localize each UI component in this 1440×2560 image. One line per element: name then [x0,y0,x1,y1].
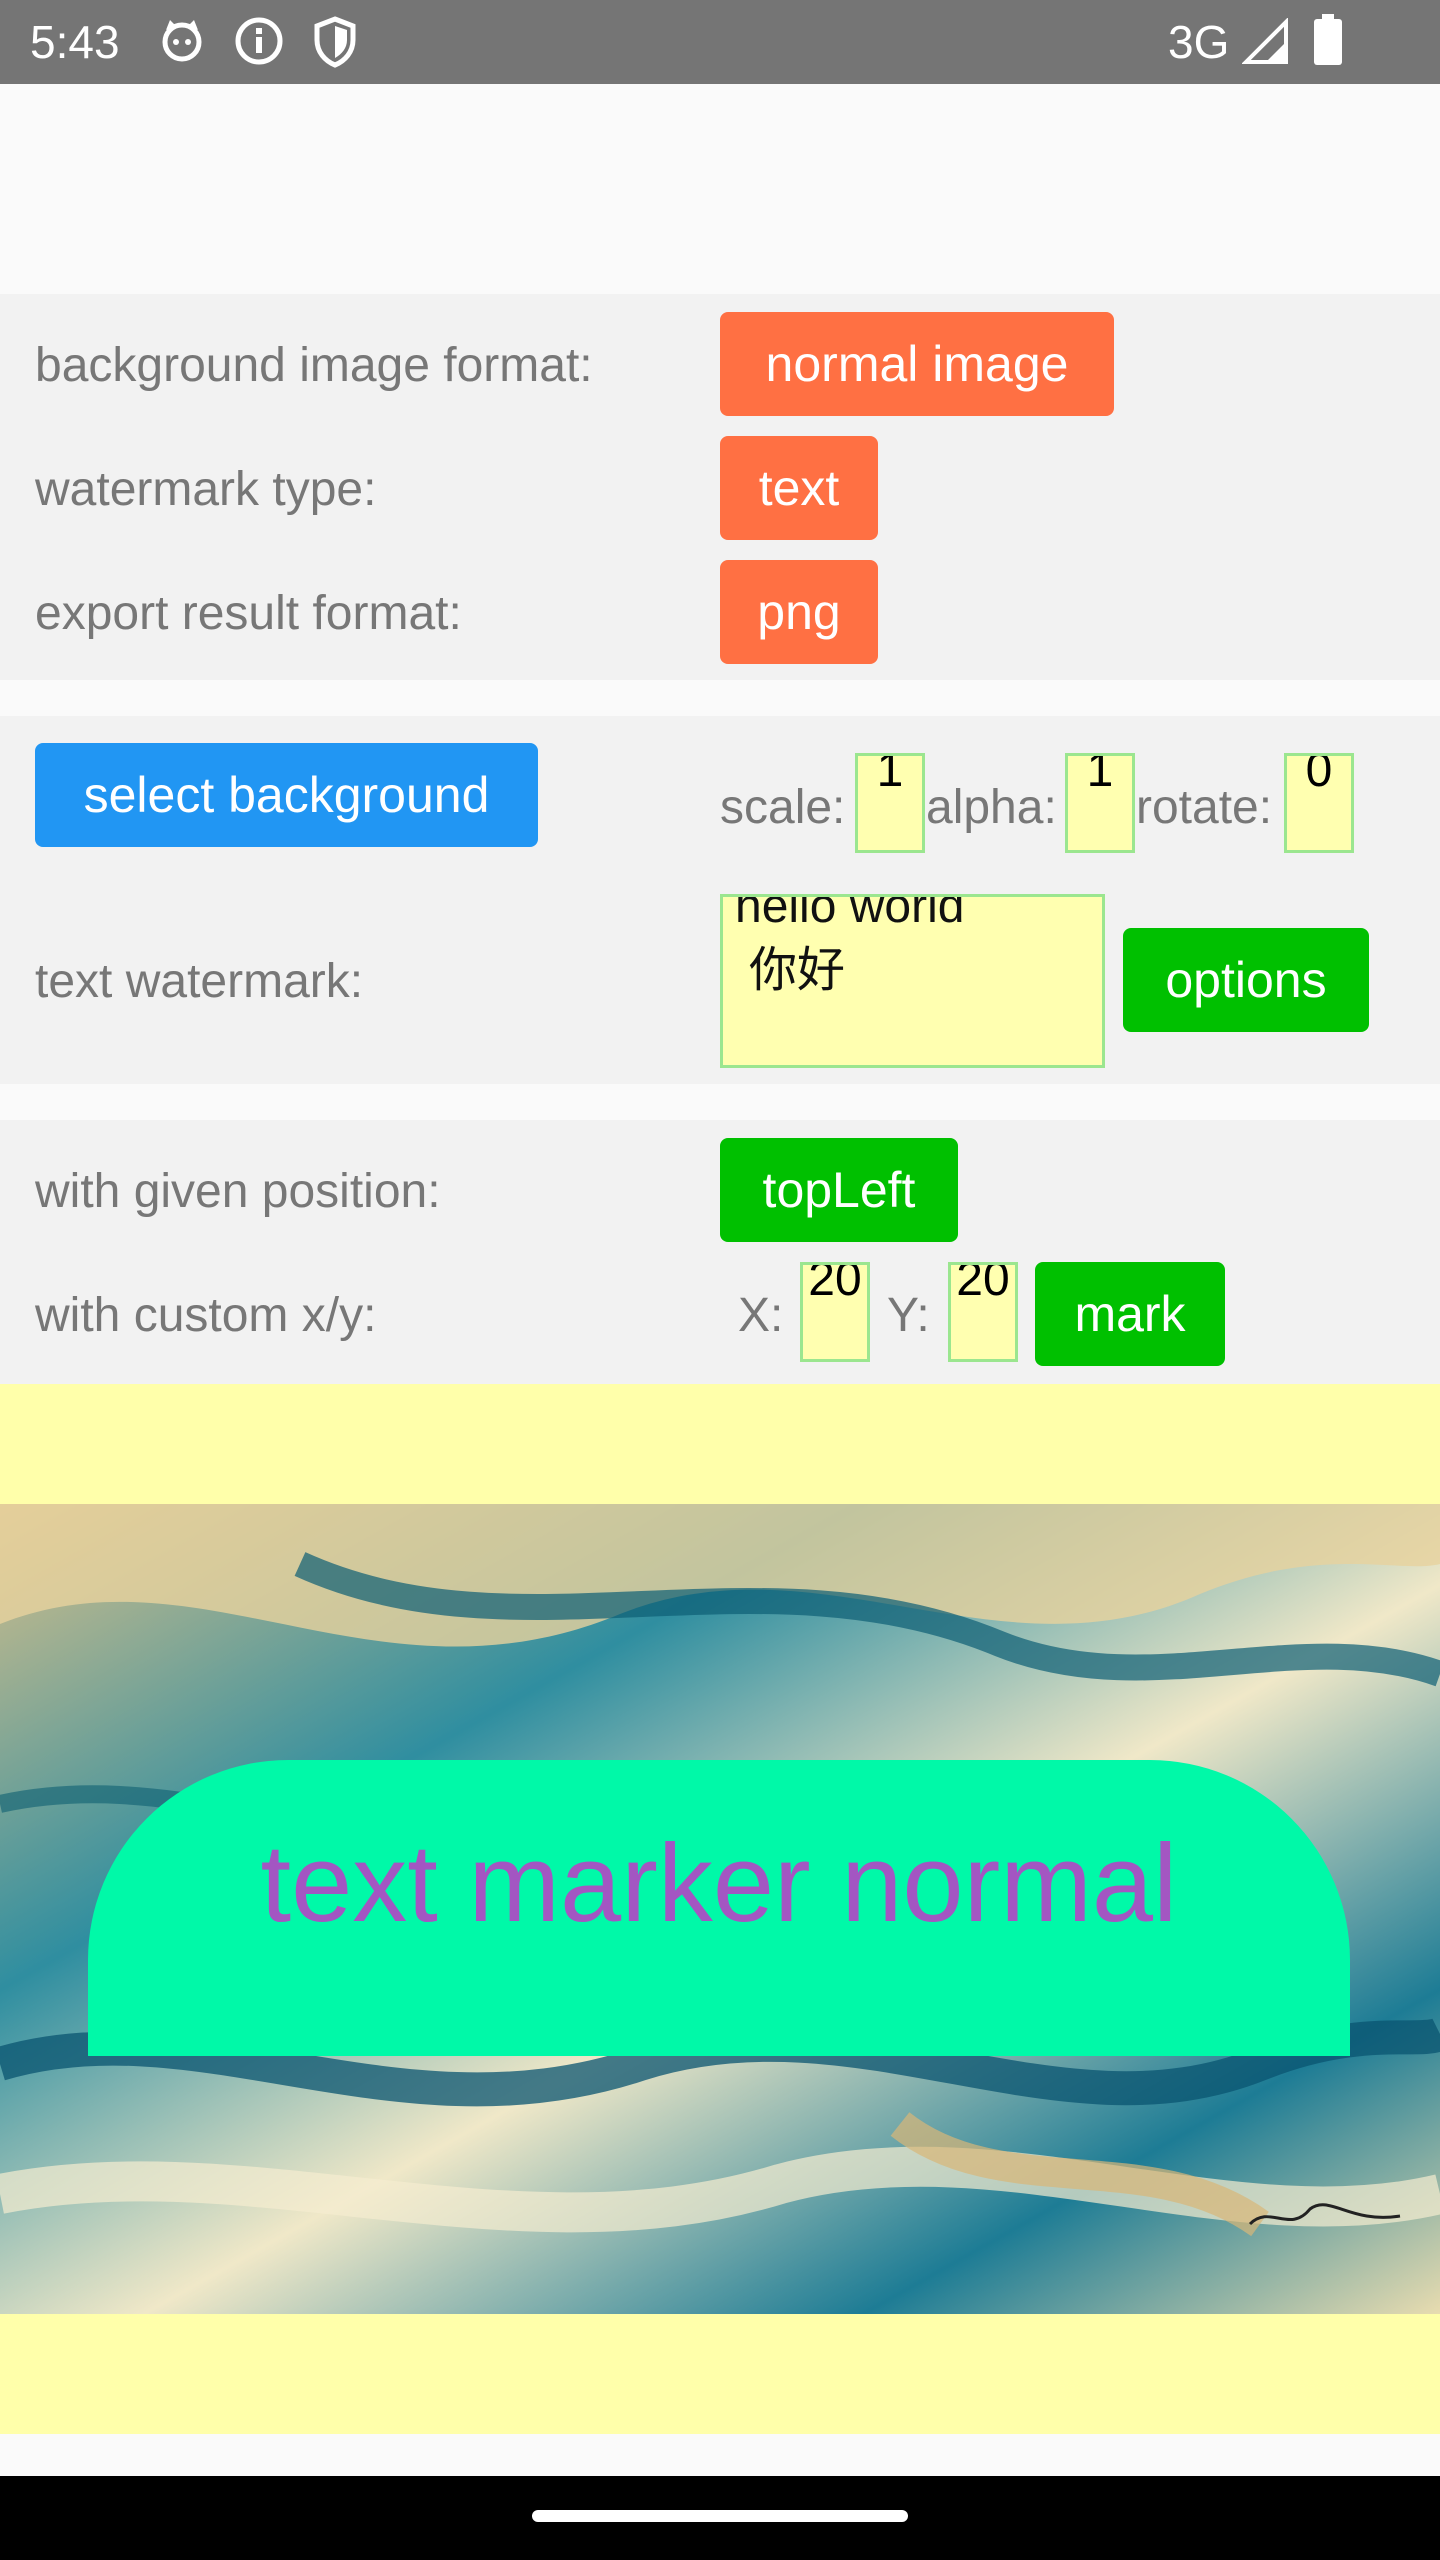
alpha-label: alpha: [926,781,1057,834]
app-screen: 5:43 3G background image format: normal … [0,0,1440,2560]
preview-area: text marker normal [0,1384,1440,2434]
home-handle[interactable] [532,2510,908,2522]
text-watermark-line-2: 你好 [749,944,846,997]
format-panel: background image format: normal image wa… [0,294,1440,680]
watermark-text: text marker normal [260,1822,1178,1945]
select-background-button[interactable]: select background [35,743,538,847]
text-watermark-label: text watermark: [35,955,364,1008]
x-label: X: [738,1289,784,1342]
watermark-type-button[interactable]: text [720,436,878,540]
battery-icon [1312,14,1344,70]
network-type: 3G [1168,16,1230,68]
scale-label: scale: [720,781,846,834]
export-format-label: export result format: [35,587,462,640]
status-time: 5:43 [30,16,120,68]
text-watermark-input[interactable]: hello world 你好 [720,894,1105,1068]
status-bar: 5:43 3G [0,0,1440,84]
y-label: Y: [887,1289,930,1342]
options-button[interactable]: options [1123,928,1369,1032]
shield-icon [312,16,358,72]
text-watermark-line-1: hello world [735,894,965,933]
info-icon [234,16,284,70]
rotate-input[interactable]: 0 [1284,753,1354,853]
alpha-input[interactable]: 1 [1065,753,1135,853]
custom-xy-label: with custom x/y: [35,1289,377,1342]
given-position-button[interactable]: topLeft [720,1138,958,1242]
signal-icon [1241,17,1290,70]
background-format-button[interactable]: normal image [720,312,1114,416]
x-input[interactable]: 20 [800,1262,870,1362]
watermark-type-label: watermark type: [35,463,377,516]
given-position-label: with given position: [35,1165,441,1218]
y-input[interactable]: 20 [948,1262,1018,1362]
export-format-button[interactable]: png [720,560,878,664]
cat-face-icon [158,16,206,68]
rotate-label: rotate: [1136,781,1273,834]
mark-button[interactable]: mark [1035,1262,1225,1366]
position-panel: with given position: topLeft with custom… [0,1120,1440,1384]
scale-input[interactable]: 1 [855,753,925,853]
background-format-label: background image format: [35,339,593,392]
